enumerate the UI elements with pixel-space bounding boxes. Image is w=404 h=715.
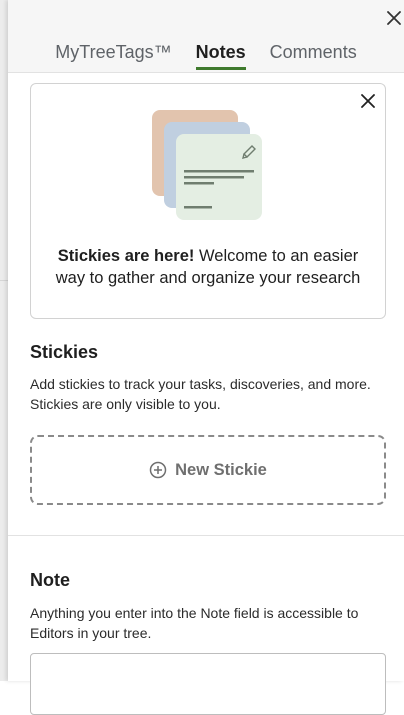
tab-bar: MyTreeTags™ Notes Comments	[8, 42, 404, 70]
tab-comments[interactable]: Comments	[258, 42, 369, 69]
background-page-edge	[0, 0, 8, 681]
close-icon	[361, 94, 375, 108]
section-divider	[8, 535, 404, 536]
close-icon	[387, 11, 401, 25]
note-heading: Note	[30, 570, 70, 590]
note-description: Anything you enter into the Note field i…	[30, 605, 359, 641]
promo-close-button[interactable]	[357, 90, 379, 112]
promo-message: Stickies are here! Welcome to an easier …	[45, 245, 371, 289]
stickies-heading: Stickies	[30, 342, 99, 362]
new-stickie-button[interactable]: New Stickie	[30, 435, 386, 505]
stickies-promo-card: Stickies are here! Welcome to an easier …	[30, 83, 386, 319]
panel-header: MyTreeTags™ Notes Comments	[8, 0, 404, 73]
plus-circle-icon	[149, 461, 167, 479]
stickies-description: Add stickies to track your tasks, discov…	[30, 376, 371, 412]
background-divider	[0, 280, 8, 281]
side-panel: MyTreeTags™ Notes Comments Stickies are …	[8, 0, 404, 715]
tab-notes[interactable]: Notes	[184, 42, 258, 70]
note-input[interactable]	[30, 653, 386, 715]
new-stickie-label: New Stickie	[175, 460, 267, 479]
panel-close-button[interactable]	[384, 8, 404, 28]
stickies-illustration	[152, 110, 262, 220]
promo-headline: Stickies are here!	[57, 247, 195, 265]
tab-mytreetags[interactable]: MyTreeTags™	[43, 42, 183, 69]
